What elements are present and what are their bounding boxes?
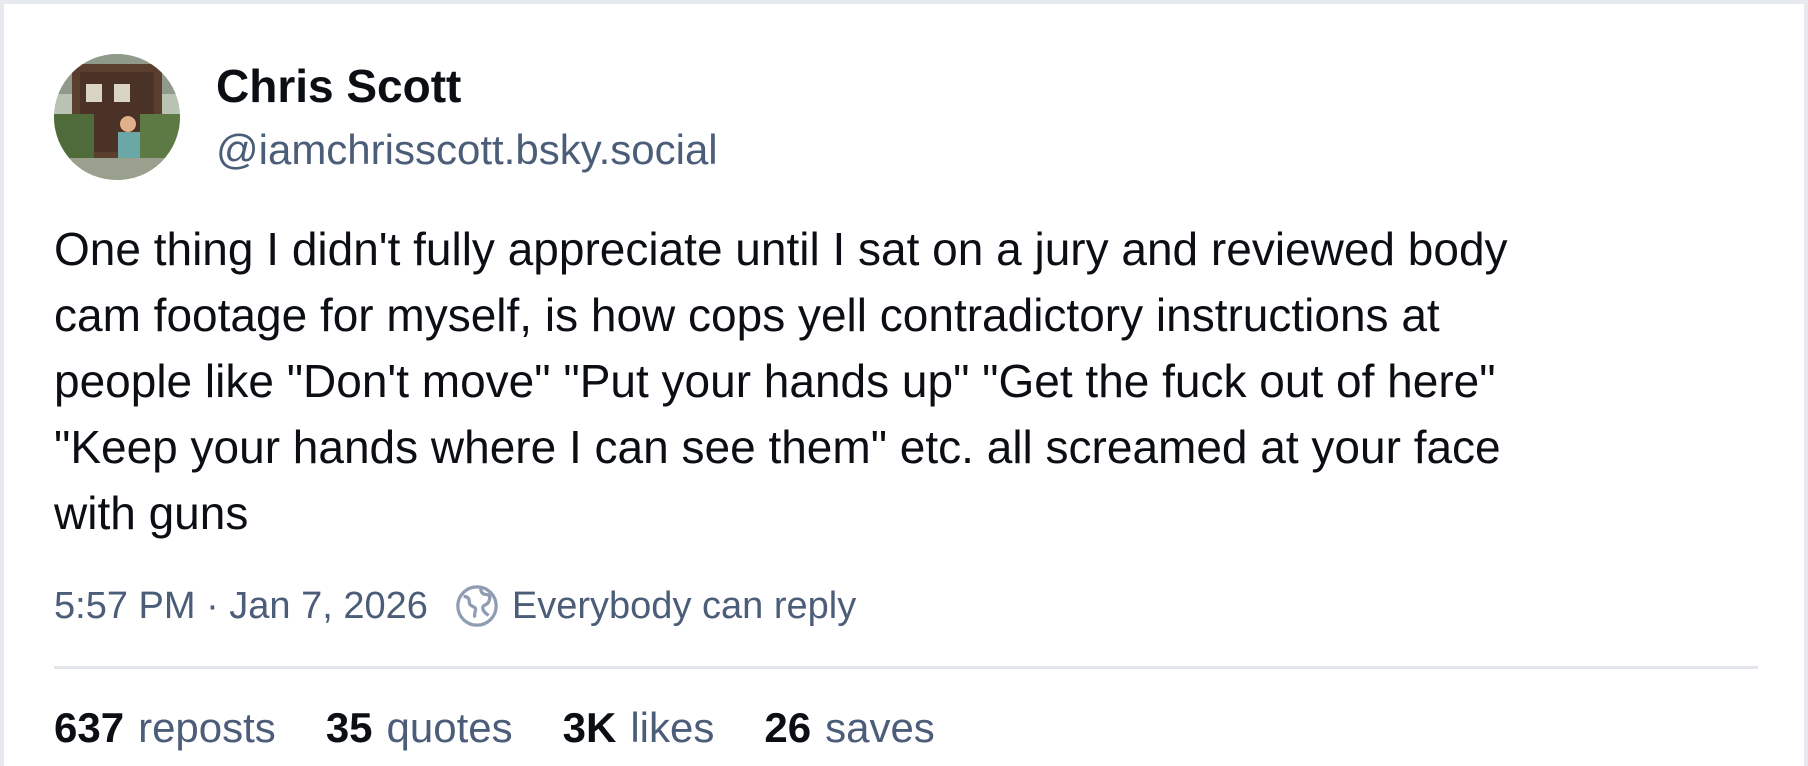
stat-reposts[interactable]: 637 reposts — [54, 704, 276, 752]
post-text: One thing I didn't fully appreciate unti… — [54, 223, 1508, 539]
stat-label: likes — [630, 704, 715, 751]
stat-label: reposts — [138, 704, 276, 751]
stat-count: 3K — [562, 704, 617, 751]
post-timestamp[interactable]: 5:57 PM · Jan 7, 2026 — [54, 585, 428, 628]
engagement-stats: 637 reposts 35 quotes 3K likes 26 saves — [54, 698, 985, 758]
stat-count: 26 — [764, 704, 812, 751]
post-meta: 5:57 PM · Jan 7, 2026 Everybody can repl… — [54, 578, 856, 634]
stat-label: quotes — [386, 704, 513, 751]
stat-count: 637 — [54, 704, 125, 751]
avatar[interactable] — [54, 54, 180, 180]
stat-likes[interactable]: 3K likes — [563, 704, 715, 752]
reply-setting-label: Everybody can reply — [511, 584, 857, 627]
stat-saves[interactable]: 26 saves — [764, 704, 934, 752]
stat-count: 35 — [325, 704, 373, 751]
globe-icon — [454, 583, 500, 629]
author-handle[interactable]: @iamchrisscott.bsky.social — [216, 120, 718, 180]
stat-label: saves — [825, 704, 935, 751]
stat-quotes[interactable]: 35 quotes — [326, 704, 513, 752]
author-display-name[interactable]: Chris Scott — [216, 56, 461, 116]
divider — [54, 666, 1758, 669]
